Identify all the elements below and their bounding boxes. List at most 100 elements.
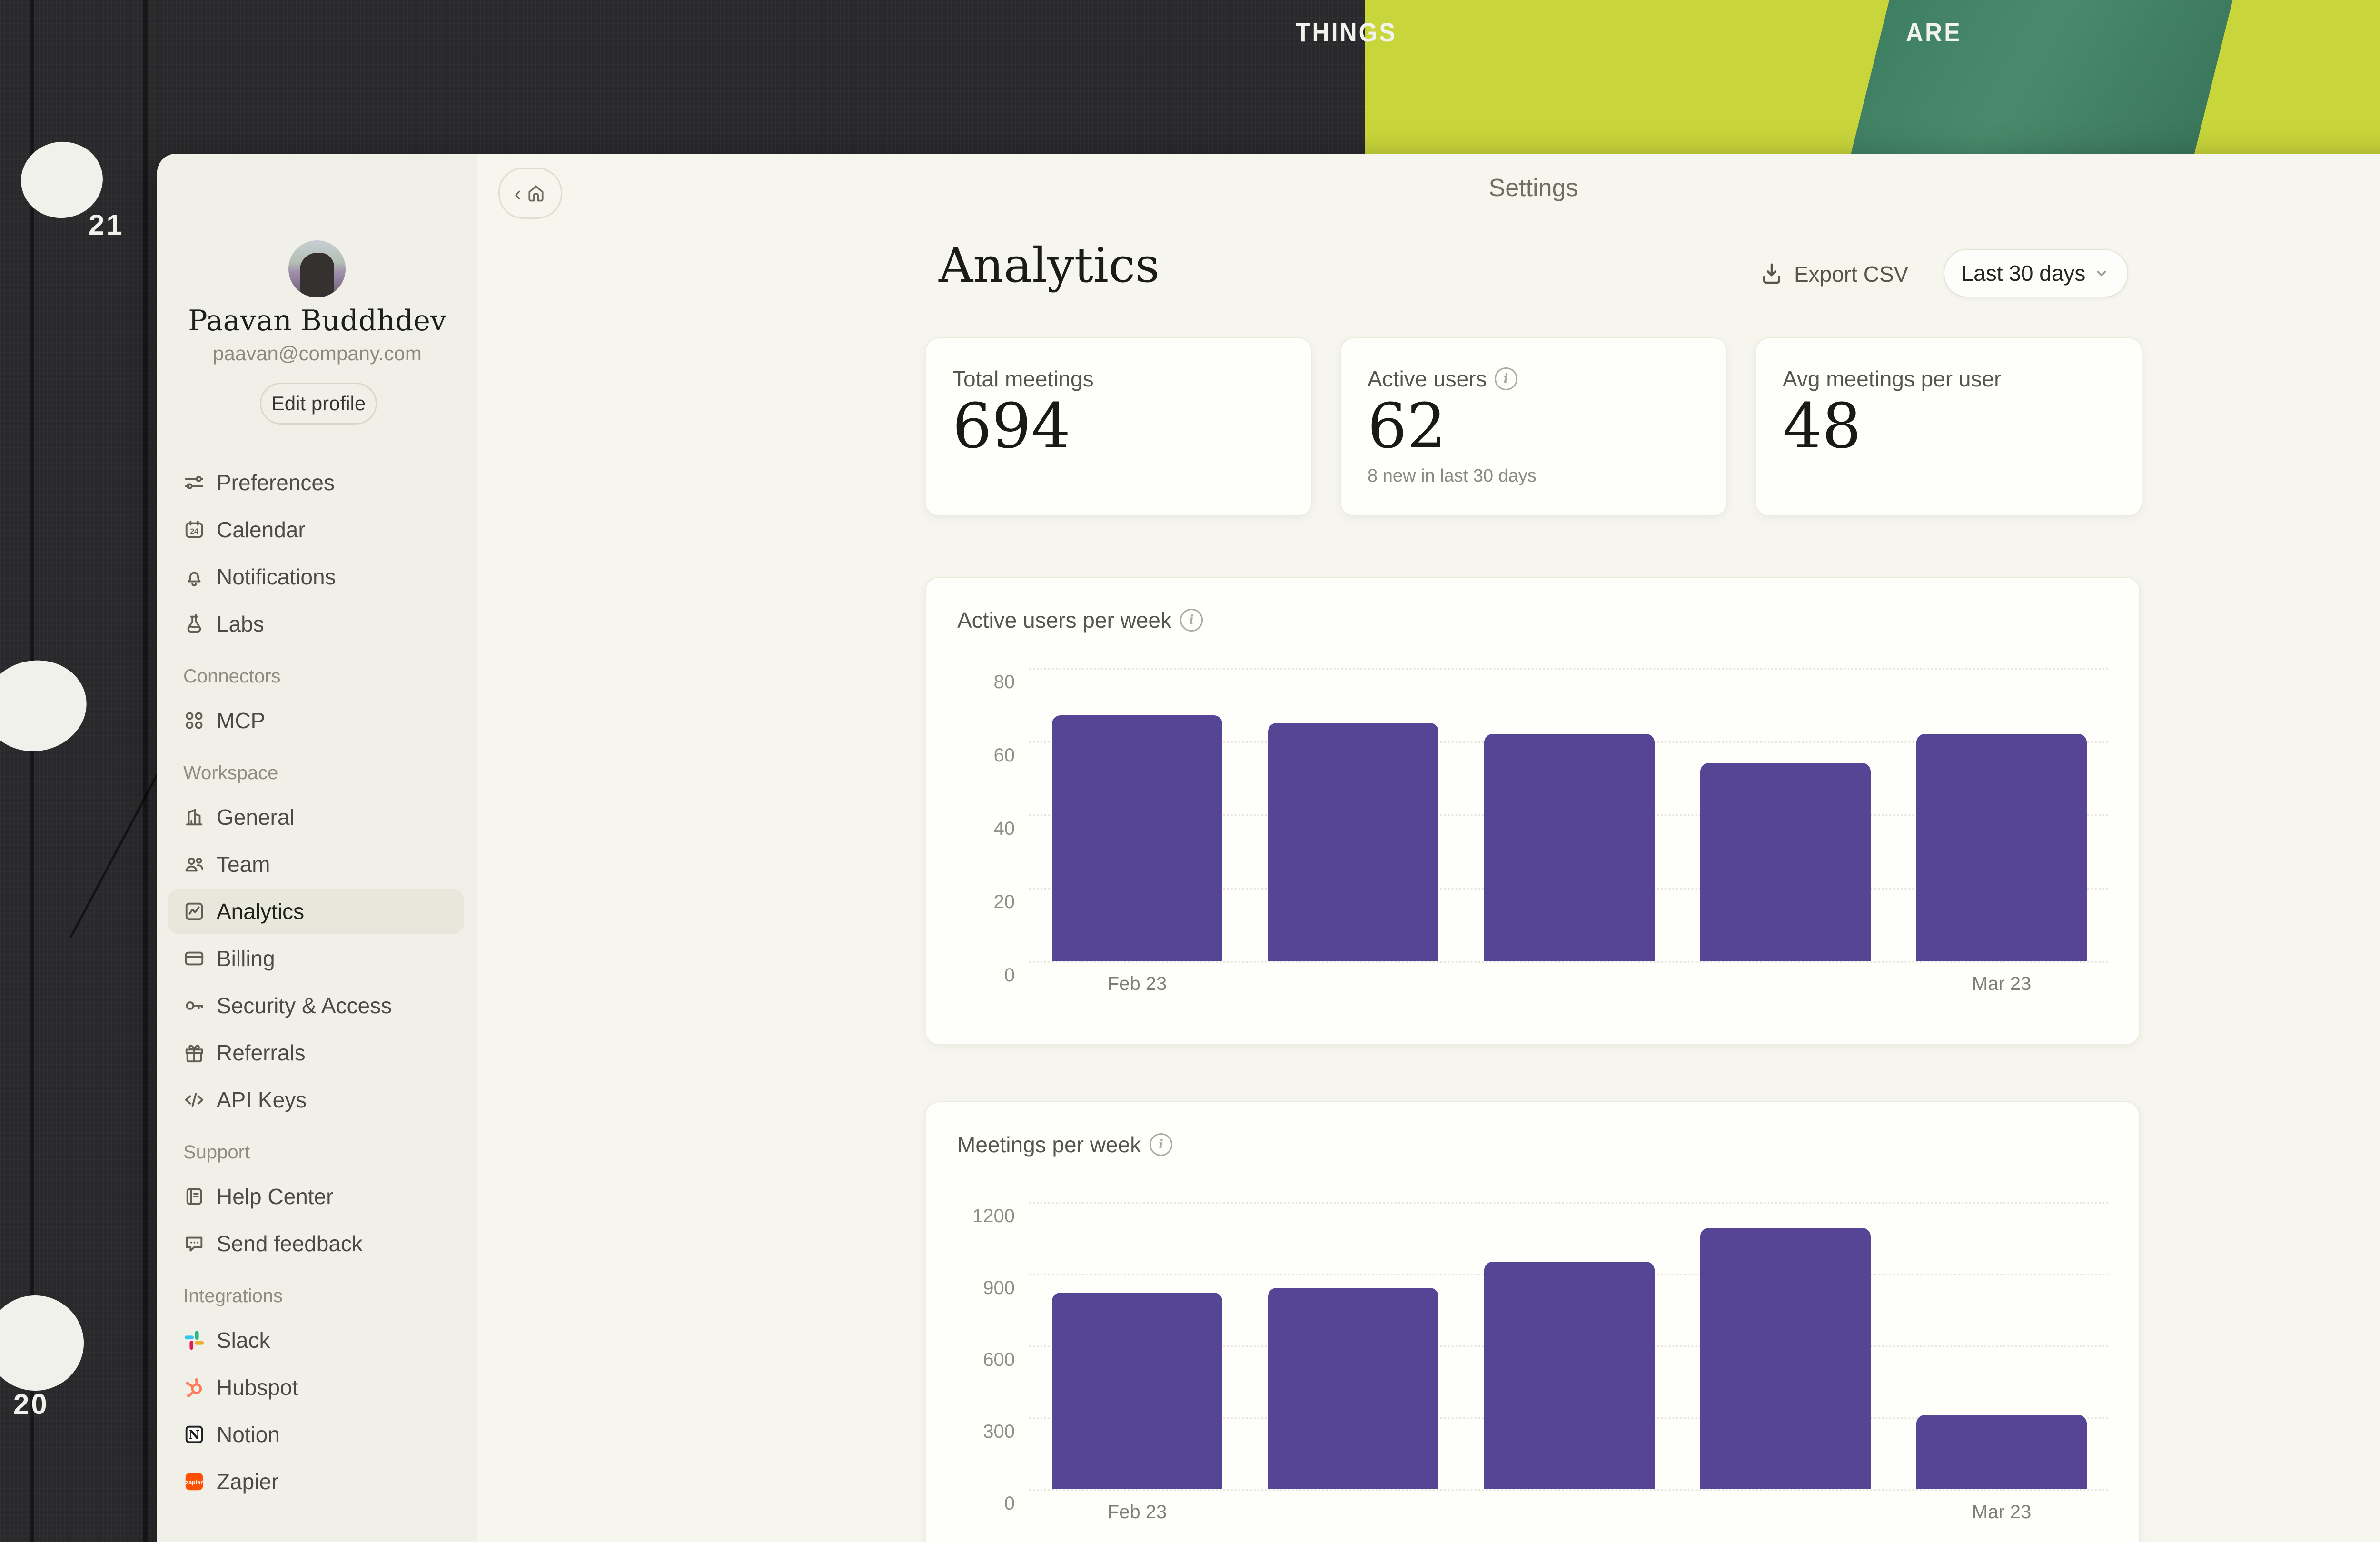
sidebar-item-mcp[interactable]: MCP	[168, 698, 464, 743]
stat-label: Active users i	[1368, 366, 1517, 392]
bar[interactable]	[1052, 1293, 1223, 1489]
sidebar: Paavan Buddhdev paavan@company.com Edit …	[157, 154, 477, 1542]
film-dot	[0, 1295, 84, 1391]
edit-profile-button[interactable]: Edit profile	[260, 383, 377, 425]
film-number: 15	[27, 714, 62, 747]
export-csv-label: Export CSV	[1794, 261, 1908, 287]
sidebar-item-label: Notifications	[217, 564, 336, 590]
stat-label-text: Avg meetings per user	[1783, 366, 2001, 392]
stat-value: 62	[1368, 390, 1446, 462]
profile-name: Paavan Buddhdev	[157, 304, 477, 337]
bar[interactable]	[1052, 715, 1223, 961]
bell-icon	[183, 566, 205, 588]
bar[interactable]	[1484, 1262, 1655, 1489]
svg-text:N: N	[189, 1428, 200, 1442]
bar[interactable]	[1700, 1228, 1871, 1489]
sidebar-item-label: Billing	[217, 946, 275, 971]
sidebar-item-slack[interactable]: Slack	[168, 1317, 464, 1363]
sidebar-item-notifications[interactable]: Notifications	[168, 554, 464, 600]
building-icon	[183, 806, 205, 828]
sidebar-item-security-access[interactable]: Security & Access	[168, 983, 464, 1028]
y-tick-label: 40	[994, 818, 1015, 840]
banner-word: THINGS	[1296, 12, 1397, 52]
chart-title-label: Active users per week	[957, 607, 1171, 633]
sliders-icon	[183, 472, 205, 494]
sidebar-item-api-keys[interactable]: API Keys	[168, 1077, 464, 1123]
sidebar-item-label: API Keys	[217, 1087, 307, 1113]
sidebar-item-calendar[interactable]: 24Calendar	[168, 507, 464, 553]
notion-icon: N	[183, 1423, 205, 1445]
sidebar-item-general[interactable]: General	[168, 794, 464, 840]
sidebar-item-analytics[interactable]: Analytics	[168, 889, 464, 934]
stat-value: 694	[952, 390, 1071, 462]
bar[interactable]	[1916, 1415, 2087, 1489]
bar-slot: Feb 23	[1029, 1202, 1245, 1489]
sidebar-item-preferences[interactable]: Preferences	[168, 460, 464, 505]
slack-icon	[183, 1329, 205, 1351]
bar-slot	[1245, 1202, 1461, 1489]
y-tick-label: 20	[994, 891, 1015, 913]
sidebar-section-header: Integrations	[168, 1276, 464, 1316]
date-range-dropdown[interactable]: Last 30 days	[1944, 249, 2128, 297]
sidebar-section-header: Connectors	[168, 656, 464, 696]
y-tick-label: 300	[983, 1421, 1015, 1443]
chevron-down-icon	[2093, 265, 2110, 282]
sidebar-item-billing[interactable]: Billing	[168, 936, 464, 981]
sidebar-nav: Preferences24Calendar Notifications Labs Co…	[157, 458, 477, 1506]
svg-text:24: 24	[190, 528, 198, 536]
film-number: 21	[89, 208, 124, 241]
calendar-icon: 24	[183, 519, 205, 541]
bar-slot	[1677, 668, 1894, 961]
x-tick-label: Mar 23	[1972, 1502, 2032, 1523]
stat-value: 48	[1783, 390, 1861, 462]
sidebar-item-hubspot[interactable]: Hubspot	[168, 1364, 464, 1410]
chart-title: Meetings per week i	[957, 1132, 1172, 1157]
plot: 12009006003000Feb 23Mar 23	[1029, 1202, 2110, 1489]
window-title: Settings	[477, 174, 2380, 202]
sidebar-item-help-center[interactable]: Help Center	[168, 1174, 464, 1219]
sidebar-item-label: Team	[217, 851, 270, 877]
screenshot-root: 21 15 20 THINGS ARE POSSIBLE Paavan Budd…	[0, 0, 2380, 1542]
info-icon[interactable]: i	[1180, 609, 1203, 632]
y-tick-label: 60	[994, 745, 1015, 766]
gridline	[1029, 961, 2110, 963]
bar-slot: Mar 23	[1894, 668, 2110, 961]
sidebar-item-referrals[interactable]: Referrals	[168, 1030, 464, 1076]
y-tick-label: 900	[983, 1277, 1015, 1299]
bar-slot	[1245, 668, 1461, 961]
card-icon	[183, 948, 205, 969]
sidebar-item-team[interactable]: Team	[168, 841, 464, 887]
y-tick-label: 0	[1004, 965, 1015, 986]
stat-label-text: Active users	[1368, 366, 1487, 392]
feedback-icon	[183, 1233, 205, 1255]
bar[interactable]	[1484, 734, 1655, 961]
sidebar-item-send-feedback[interactable]: Send feedback	[168, 1221, 464, 1266]
bar[interactable]	[1268, 1288, 1439, 1489]
svg-text:zapier: zapier	[186, 1479, 203, 1486]
stat-subtext: 8 new in last 30 days	[1368, 466, 1537, 486]
sidebar-item-label: Zapier	[217, 1469, 278, 1494]
x-tick-label: Feb 23	[1108, 973, 1167, 995]
avatar[interactable]	[288, 240, 346, 297]
stat-card-avg-meetings-per-user: Avg meetings per user48	[1755, 337, 2142, 516]
sidebar-item-labs[interactable]: Labs	[168, 601, 464, 647]
gift-icon	[183, 1042, 205, 1064]
info-icon[interactable]: i	[1150, 1133, 1172, 1156]
stat-card-active-users: Active users i 62 8 new in last 30 days	[1340, 337, 1727, 516]
sidebar-item-zapier[interactable]: zapier Zapier	[168, 1459, 464, 1504]
chart-card-active-users: Active users per week i 806040200Feb 23M…	[925, 577, 2140, 1045]
y-tick-label: 1200	[972, 1206, 1015, 1227]
sidebar-item-notion[interactable]: NNotion	[168, 1412, 464, 1457]
bar-slot: Feb 23	[1029, 668, 1245, 961]
info-icon[interactable]: i	[1495, 367, 1517, 390]
bar-slot	[1461, 1202, 1677, 1489]
date-range-label: Last 30 days	[1962, 260, 2086, 286]
sidebar-item-label: MCP	[217, 708, 265, 733]
chart-card-meetings: Meetings per week i 12009006003000Feb 23…	[925, 1101, 2140, 1542]
export-csv-button[interactable]: Export CSV	[1759, 257, 1908, 291]
y-tick-label: 600	[983, 1349, 1015, 1371]
bar[interactable]	[1700, 763, 1871, 961]
bar[interactable]	[1268, 723, 1439, 961]
chart-icon	[183, 900, 205, 922]
bar[interactable]	[1916, 734, 2087, 961]
